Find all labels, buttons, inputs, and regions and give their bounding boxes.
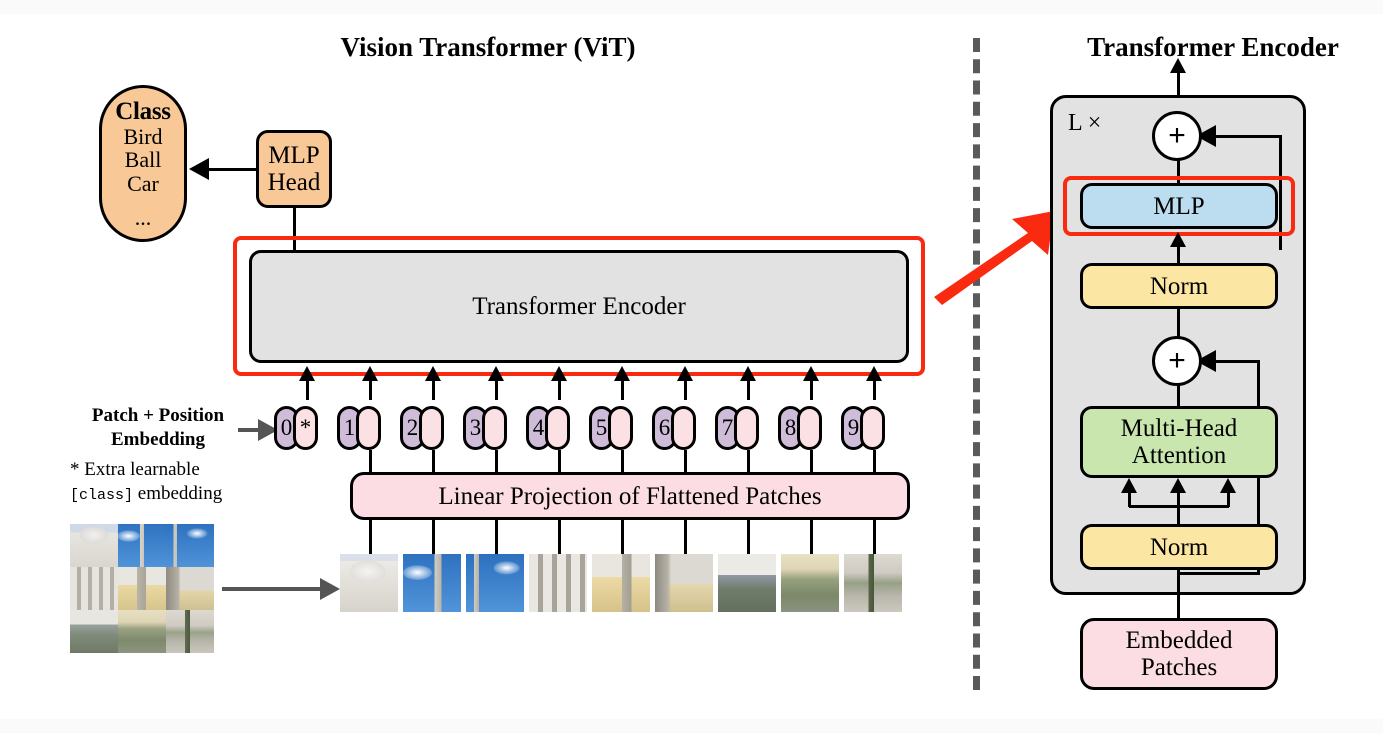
patch-position-embedding-label: Patch + Position Embedding [68,404,248,452]
source-patch-r2c1 [70,567,118,610]
norm-top-block: Norm [1080,263,1278,309]
token-1[interactable]: 1 [337,406,381,450]
extra-learnable-footnote: * Extra learnable [class] embedding [70,458,260,506]
token-1-embedding [356,406,381,450]
attention-label-line2: Attention [1131,442,1227,469]
class-item-ball: Ball [124,147,162,173]
attention-label-line1: Multi-Head [1120,415,1238,442]
residual-add-bottom-label: + [1168,344,1186,377]
token-0-class-marker: * [293,406,318,450]
patch-strip-item-8 [781,554,839,612]
source-to-patchstrip-line [222,587,322,591]
token-3-embedding [482,406,507,450]
attention-to-add-line [1177,383,1180,408]
footnote-class-token: [class] [70,486,134,504]
normtop-to-mlp-arrowhead [1170,232,1186,247]
footnote-line1: * Extra learnable [70,459,200,480]
source-patch-r2c3 [166,567,214,610]
token-2-embedding [419,406,444,450]
token-3[interactable]: 3 [463,406,507,450]
source-patch-r3c3 [166,610,214,653]
source-patch-r2c2 [118,567,166,610]
mlp-head-line1: MLP [268,142,320,169]
token-4-embedding [545,406,570,450]
embedded-patches-block: Embedded Patches [1080,618,1278,690]
residual-add-bottom: + [1152,336,1202,386]
norm-bottom-label: Norm [1149,533,1209,561]
token-9-embedding [860,406,885,450]
token-0[interactable]: 0 * [274,406,318,450]
mlp-head-box: MLP Head [256,130,332,208]
bottom-edge-band [0,719,1383,733]
zoom-callout-arrow [934,211,1054,305]
patch-strip-item-6 [655,554,713,612]
patch-strip-item-9 [844,554,902,612]
source-patch-r3c2 [118,610,166,653]
token-5[interactable]: 5 [589,406,633,450]
class-item-car: Car [127,171,159,196]
mlp-block-label: MLP [1153,192,1205,220]
encoder-output-arrowhead [1170,58,1186,73]
embedding-label-arrow-line [238,428,260,432]
mlp-head-line2: Head [267,169,321,196]
mlphead-to-class-line [208,168,256,171]
patch-strip-item-7 [718,554,776,612]
embedded-patches-line2: Patches [1140,654,1218,681]
token-7[interactable]: 7 [715,406,759,450]
source-patch-r3c1 [70,610,118,653]
transformer-encoder-label: Transformer Encoder [472,293,686,320]
transformer-encoder-box: Transformer Encoder [249,250,909,363]
norm-bottom-block: Norm [1080,524,1278,570]
footnote-line2-suffix: embedding [133,482,223,504]
token-5-embedding [608,406,633,450]
encoder-repeat-label: L × [1068,110,1102,136]
patch-position-line2: Embedding [111,428,205,450]
class-heading: Class [115,97,171,125]
embedded-to-norm-line [1177,568,1180,620]
multi-head-attention-block: Multi-Head Attention [1080,406,1278,478]
token-6-embedding [671,406,696,450]
token-6[interactable]: 6 [652,406,696,450]
token-2[interactable]: 2 [400,406,444,450]
source-patch-r1c3 [166,524,214,567]
patch-strip-item-3 [466,554,524,612]
mlphead-to-class-arrowhead [189,158,209,180]
class-item-bird: Bird [123,123,163,149]
right-panel-title: Transformer Encoder [1087,32,1339,62]
normtop-to-mlp-line [1177,245,1180,263]
embedded-patches-line1: Embedded [1125,627,1233,654]
source-patch-r1c1 [70,524,118,567]
token-8-embedding [797,406,822,450]
residual-add-top-label: + [1168,119,1186,152]
source-patch-r1c2 [118,524,166,567]
left-panel-title: Vision Transformer (ViT) [340,32,636,62]
class-output-box: Class Bird Ball Car ... [99,85,187,242]
token-7-embedding [734,406,759,450]
patch-strip-item-4 [529,554,587,612]
token-4[interactable]: 4 [526,406,570,450]
patch-strip-item-2 [403,554,461,612]
figure-canvas: Vision Transformer (ViT) Transformer Enc… [0,0,1383,733]
linear-projection-label: Linear Projection of Flattened Patches [438,482,822,510]
mlp-block: MLP [1080,183,1278,229]
token-8[interactable]: 8 [778,406,822,450]
patch-strip-item-1 [340,554,398,612]
norm-top-label: Norm [1149,272,1209,300]
residual-add-top: + [1152,111,1202,161]
linear-projection-box: Linear Projection of Flattened Patches [350,472,910,520]
token-9[interactable]: 9 [841,406,885,450]
patch-position-line1: Patch + Position [91,405,225,426]
class-ellipsis: ... [134,204,152,230]
patch-strip-item-5 [592,554,650,612]
top-edge-band [0,0,1383,14]
source-to-patchstrip-arrowhead [320,578,340,600]
panel-divider [973,38,980,690]
